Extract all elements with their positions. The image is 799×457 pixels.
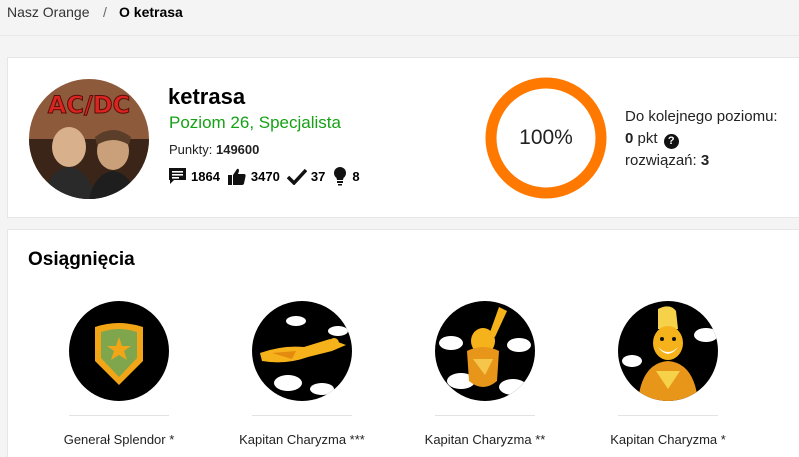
next-level-solved-value: 3 xyxy=(700,152,710,169)
points-label: Punkty: xyxy=(169,142,213,157)
username: ketrasa xyxy=(168,84,246,109)
stat-likes-value: 3470 xyxy=(250,168,280,184)
checkmark-icon xyxy=(286,168,307,185)
flying-hero-icon xyxy=(252,301,352,401)
message-icon xyxy=(169,168,186,184)
avatar-logo-text: AC/DC xyxy=(48,91,131,119)
badge-divider xyxy=(252,415,352,416)
achievement-badge[interactable]: Kapitan Charyzma * xyxy=(578,301,758,457)
next-level-solved-label: rozwiązań: xyxy=(625,152,697,169)
breadcrumb: Nasz Orange / O ketrasa xyxy=(0,0,799,36)
achievements-card: Osiągnięcia Generał Splendor * Kapitan C… xyxy=(7,229,799,457)
rising-hero-icon xyxy=(435,301,535,401)
stat-solutions[interactable]: 37 xyxy=(286,168,326,185)
achievement-name: Kapitan Charyzma * xyxy=(610,432,726,447)
user-level: Poziom 26, Specjalista xyxy=(169,113,341,132)
stat-likes[interactable]: 3470 xyxy=(227,167,280,186)
badge-divider xyxy=(69,415,169,416)
breadcrumb-separator: / xyxy=(103,4,107,20)
stat-ideas[interactable]: 8 xyxy=(332,166,360,186)
breadcrumb-current: O ketrasa xyxy=(119,4,183,20)
badge-divider xyxy=(435,415,535,416)
stat-ideas-value: 8 xyxy=(352,168,360,184)
achievement-badge[interactable]: Generał Splendor * xyxy=(29,301,209,457)
standing-hero-icon xyxy=(618,301,718,401)
next-level-title: Do kolejnego poziomu: xyxy=(625,108,778,125)
next-level-info: Do kolejnego poziomu: 0 pkt ? rozwiązań:… xyxy=(625,106,778,172)
lightbulb-icon xyxy=(334,167,347,186)
thumbs-up-icon xyxy=(227,168,246,185)
shield-star-icon xyxy=(69,301,169,401)
achievement-name: Kapitan Charyzma ** xyxy=(424,432,546,447)
user-stats: 1864 3470 37 8 xyxy=(168,166,367,186)
stat-posts[interactable]: 1864 xyxy=(168,167,220,185)
achievement-name: Kapitan Charyzma *** xyxy=(239,432,365,447)
achievement-badge[interactable]: Kapitan Charyzma *** xyxy=(212,301,392,457)
help-icon[interactable]: ? xyxy=(663,134,679,149)
next-level-solved: rozwiązań: 3 xyxy=(625,150,778,172)
next-level-points: 0 pkt ? xyxy=(625,128,778,150)
avatar[interactable]: AC/DC xyxy=(29,79,149,199)
points-value: 149600 xyxy=(215,142,260,157)
stat-posts-value: 1864 xyxy=(191,168,220,184)
badge-divider xyxy=(618,415,718,416)
achievement-name: Generał Splendor * xyxy=(63,432,175,447)
next-level-points-value: 0 xyxy=(625,130,634,147)
level-progress-label: 100% xyxy=(519,126,573,149)
user-points: Punkty: 149600 xyxy=(169,142,259,157)
next-level-points-unit: pkt xyxy=(637,130,658,147)
profile-card: AC/DC ketrasa Poziom 26, Specjalista Pun… xyxy=(7,57,799,218)
stat-solutions-value: 37 xyxy=(310,168,326,184)
achievement-badge[interactable]: Kapitan Charyzma ** xyxy=(395,301,575,457)
breadcrumb-home-link[interactable]: Nasz Orange xyxy=(7,4,89,20)
achievements-title: Osiągnięcia xyxy=(28,249,135,270)
